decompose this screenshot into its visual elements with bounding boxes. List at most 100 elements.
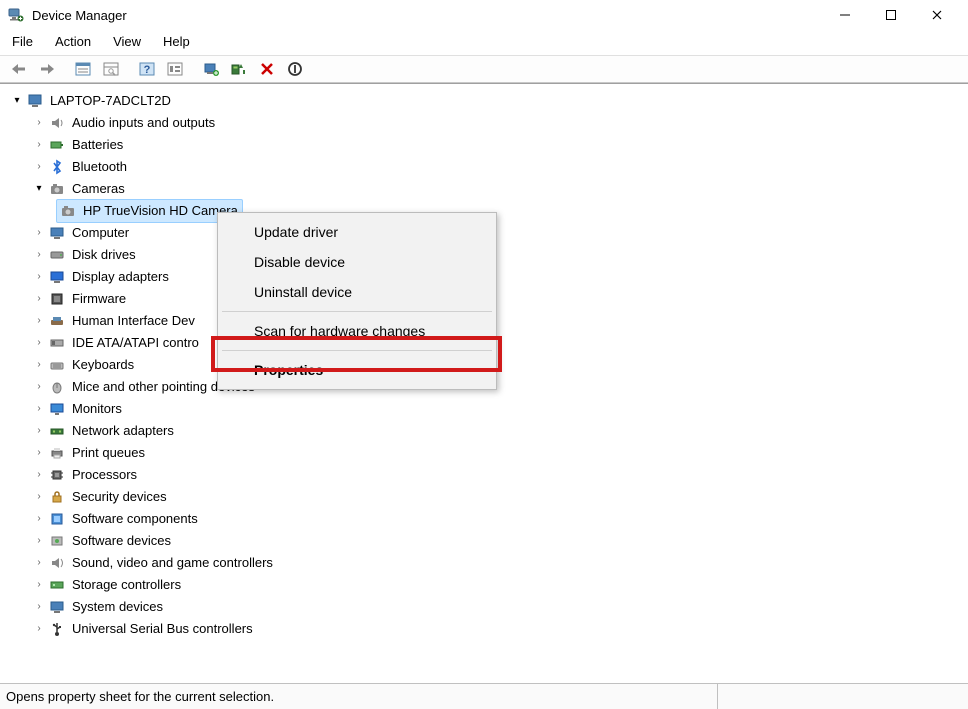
help-button[interactable]: ? <box>134 57 160 81</box>
monitor-icon <box>48 400 66 418</box>
chevron-right-icon[interactable]: › <box>32 160 46 174</box>
chevron-right-icon[interactable]: › <box>32 446 46 460</box>
tree-item-network[interactable]: › Network adapters <box>6 420 968 442</box>
cm-update-driver[interactable]: Update driver <box>220 217 494 247</box>
mouse-icon <box>48 378 66 396</box>
system-icon <box>48 598 66 616</box>
tree-label: Keyboards <box>72 354 134 376</box>
chevron-right-icon[interactable]: › <box>32 600 46 614</box>
tree-root-label: LAPTOP-7ADCLT2D <box>50 90 171 112</box>
chevron-down-icon[interactable]: ▾ <box>32 182 46 196</box>
tree-item-bluetooth[interactable]: › Bluetooth <box>6 156 968 178</box>
device-manager-icon <box>8 7 24 23</box>
menu-file[interactable]: File <box>10 32 35 51</box>
chevron-right-icon[interactable]: › <box>32 226 46 240</box>
chevron-right-icon[interactable]: › <box>32 424 46 438</box>
chevron-right-icon[interactable]: › <box>32 270 46 284</box>
chevron-right-icon[interactable]: › <box>32 358 46 372</box>
menubar: File Action View Help <box>0 30 968 55</box>
tree-label: Disk drives <box>72 244 136 266</box>
tree-item-storage[interactable]: › Storage controllers <box>6 574 968 596</box>
tree-item-print[interactable]: › Print queues <box>6 442 968 464</box>
menu-action[interactable]: Action <box>53 32 93 51</box>
ide-icon <box>48 334 66 352</box>
scan-hardware-button[interactable] <box>226 57 252 81</box>
sound-icon <box>48 554 66 572</box>
update-driver-button[interactable] <box>198 57 224 81</box>
tree-root[interactable]: ▾ LAPTOP-7ADCLT2D <box>6 90 968 112</box>
tree-item-cameras[interactable]: ▾ Cameras <box>6 178 968 200</box>
statusbar: Opens property sheet for the current sel… <box>0 683 968 709</box>
action-button[interactable] <box>162 57 188 81</box>
chevron-right-icon[interactable]: › <box>32 336 46 350</box>
chevron-right-icon[interactable]: › <box>32 490 46 504</box>
cm-disable-device[interactable]: Disable device <box>220 247 494 277</box>
cpu-icon <box>48 466 66 484</box>
cm-scan-hardware[interactable]: Scan for hardware changes <box>220 316 494 346</box>
tree-label: Batteries <box>72 134 123 156</box>
chevron-right-icon[interactable]: › <box>32 248 46 262</box>
window-controls <box>822 0 960 30</box>
tree-item-system[interactable]: › System devices <box>6 596 968 618</box>
properties-button[interactable] <box>98 57 124 81</box>
chevron-down-icon[interactable]: ▾ <box>10 94 24 108</box>
maximize-button[interactable] <box>868 0 914 30</box>
chevron-right-icon[interactable]: › <box>32 402 46 416</box>
display-icon <box>48 268 66 286</box>
chevron-right-icon[interactable]: › <box>32 116 46 130</box>
lock-icon <box>48 488 66 506</box>
tree-label: Audio inputs and outputs <box>72 112 215 134</box>
tree-label: Processors <box>72 464 137 486</box>
disable-button[interactable] <box>282 57 308 81</box>
tree-label: HP TrueVision HD Camera <box>83 200 238 222</box>
chevron-right-icon[interactable]: › <box>32 380 46 394</box>
menu-help[interactable]: Help <box>161 32 192 51</box>
firmware-icon <box>48 290 66 308</box>
menu-view[interactable]: View <box>111 32 143 51</box>
toolbar: ? <box>0 55 968 83</box>
cm-properties[interactable]: Properties <box>220 355 494 385</box>
tree-label: Universal Serial Bus controllers <box>72 618 253 640</box>
tree-item-batteries[interactable]: › Batteries <box>6 134 968 156</box>
tree-item-softdev[interactable]: › Software devices <box>6 530 968 552</box>
back-button[interactable] <box>6 57 32 81</box>
hid-icon <box>48 312 66 330</box>
minimize-button[interactable] <box>822 0 868 30</box>
chevron-right-icon[interactable]: › <box>32 578 46 592</box>
tree-label: System devices <box>72 596 163 618</box>
tree-item-usb[interactable]: › Universal Serial Bus controllers <box>6 618 968 640</box>
chevron-right-icon[interactable]: › <box>32 512 46 526</box>
chevron-right-icon[interactable]: › <box>32 556 46 570</box>
tree-item-softcomp[interactable]: › Software components <box>6 508 968 530</box>
tree-item-processors[interactable]: › Processors <box>6 464 968 486</box>
tree-label: Display adapters <box>72 266 169 288</box>
chevron-right-icon[interactable]: › <box>32 468 46 482</box>
chevron-right-icon[interactable]: › <box>32 138 46 152</box>
chevron-right-icon[interactable]: › <box>32 534 46 548</box>
network-icon <box>48 422 66 440</box>
tree-item-audio[interactable]: › Audio inputs and outputs <box>6 112 968 134</box>
tree-item-security[interactable]: › Security devices <box>6 486 968 508</box>
computer-icon <box>26 92 44 110</box>
disk-icon <box>48 246 66 264</box>
battery-icon <box>48 136 66 154</box>
cm-separator <box>222 350 492 351</box>
tree-item-monitors[interactable]: › Monitors <box>6 398 968 420</box>
bluetooth-icon <box>48 158 66 176</box>
tree-label: Storage controllers <box>72 574 181 596</box>
tree-item-sound[interactable]: › Sound, video and game controllers <box>6 552 968 574</box>
device-tree[interactable]: ▾ LAPTOP-7ADCLT2D › Audio inputs and out… <box>0 83 968 643</box>
forward-button[interactable] <box>34 57 60 81</box>
printer-icon <box>48 444 66 462</box>
chevron-right-icon[interactable]: › <box>32 292 46 306</box>
software-icon <box>48 532 66 550</box>
chevron-right-icon[interactable]: › <box>32 622 46 636</box>
tree-label: Bluetooth <box>72 156 127 178</box>
show-hide-tree-button[interactable] <box>70 57 96 81</box>
chevron-right-icon[interactable]: › <box>32 314 46 328</box>
tree-label: Security devices <box>72 486 167 508</box>
close-button[interactable] <box>914 0 960 30</box>
uninstall-button[interactable] <box>254 57 280 81</box>
tree-label: Network adapters <box>72 420 174 442</box>
cm-uninstall-device[interactable]: Uninstall device <box>220 277 494 307</box>
